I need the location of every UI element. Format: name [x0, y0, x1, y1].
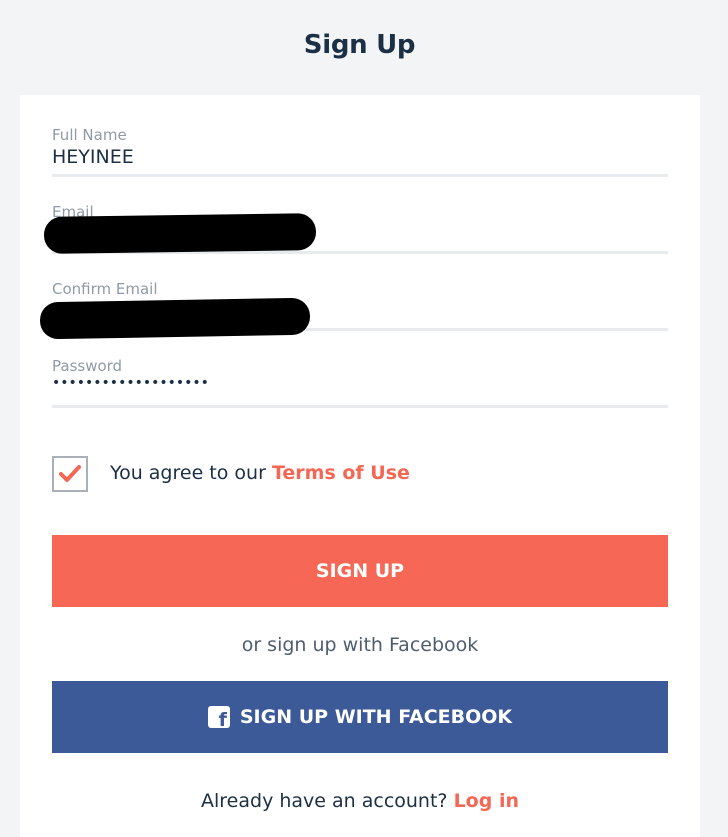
page-title: Sign Up — [303, 30, 416, 60]
sign-up-button-label: SIGN UP — [315, 560, 405, 582]
password-input[interactable]: ••••••••••••••••••• — [52, 375, 668, 401]
terms-checkbox[interactable] — [52, 456, 88, 492]
sign-up-button[interactable]: SIGN UP — [52, 535, 668, 607]
facebook-divider-text: or sign up with Facebook — [241, 634, 479, 656]
login-prompt-text: Already have an account? — [201, 790, 448, 812]
signup-form-card: Full Name Email Confirm Email Password •… — [20, 95, 700, 837]
facebook-button-label: SIGN UP WITH FACEBOOK — [239, 706, 513, 728]
confirm-email-redaction — [39, 297, 311, 340]
login-prompt: Already have an account? Log in — [20, 790, 700, 812]
log-in-link[interactable]: Log in — [454, 790, 519, 812]
full-name-label: Full Name — [52, 126, 127, 144]
terms-agreement: You agree to our Terms of Use — [110, 462, 410, 484]
checkmark-icon — [59, 465, 81, 482]
terms-prefix: You agree to our — [110, 462, 266, 484]
confirm-email-label: Confirm Email — [52, 280, 158, 298]
facebook-sign-up-button[interactable]: f SIGN UP WITH FACEBOOK — [52, 681, 668, 753]
terms-of-use-link[interactable]: Terms of Use — [272, 462, 410, 484]
full-name-input[interactable] — [52, 144, 668, 170]
facebook-icon: f — [207, 706, 230, 730]
password-label: Password — [52, 357, 123, 375]
full-name-field[interactable]: Full Name — [52, 126, 668, 177]
password-field[interactable]: Password ••••••••••••••••••• — [52, 357, 668, 408]
email-redaction — [43, 213, 317, 254]
